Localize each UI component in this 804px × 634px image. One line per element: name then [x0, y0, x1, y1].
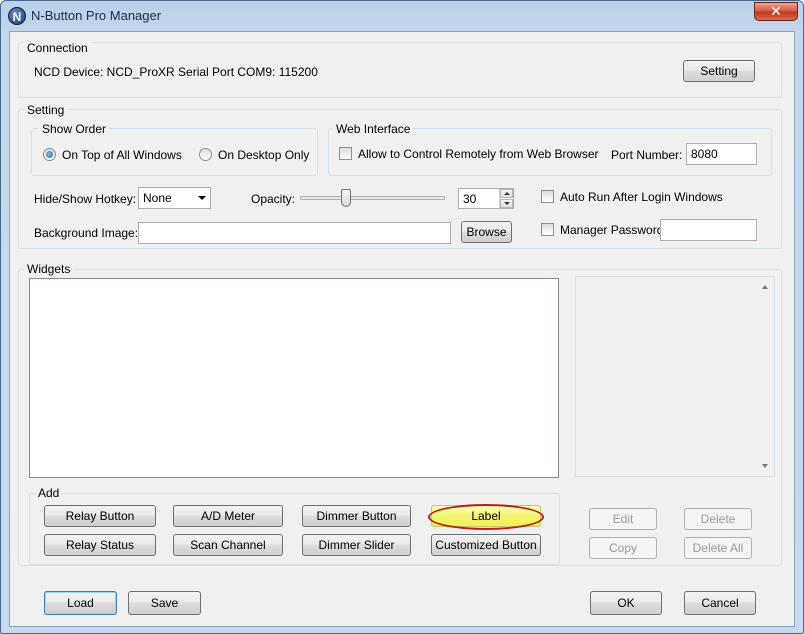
- port-number-input[interactable]: 8080: [686, 143, 757, 165]
- desktop-only-label: On Desktop Only: [218, 148, 310, 162]
- chevron-down-icon: [198, 196, 206, 200]
- relay-button-add[interactable]: Relay Button: [44, 505, 156, 527]
- relay-status-add[interactable]: Relay Status: [44, 534, 156, 556]
- spin-down-icon[interactable]: [500, 199, 513, 208]
- delete-all-button[interactable]: Delete All: [684, 537, 752, 559]
- hotkey-value: None: [143, 191, 172, 205]
- delete-button[interactable]: Delete: [684, 508, 752, 530]
- opacity-slider-thumb[interactable]: [340, 189, 351, 207]
- cancel-button[interactable]: Cancel: [684, 591, 756, 615]
- ad-meter-add[interactable]: A/D Meter: [173, 505, 283, 527]
- widgets-list[interactable]: [29, 278, 559, 478]
- on-top-label: On Top of All Windows: [62, 148, 182, 162]
- dimmer-slider-add[interactable]: Dimmer Slider: [302, 534, 411, 556]
- port-number-label: Port Number:: [611, 148, 683, 162]
- widget-properties-panel[interactable]: [575, 276, 775, 477]
- add-group-label: Add: [35, 486, 63, 500]
- load-button[interactable]: Load: [44, 591, 117, 615]
- opacity-slider-track[interactable]: [300, 196, 445, 200]
- scroll-down-icon[interactable]: [762, 464, 768, 468]
- dimmer-button-add[interactable]: Dimmer Button: [302, 505, 411, 527]
- customized-button-add[interactable]: Customized Button: [431, 534, 541, 556]
- highlight-ring: [428, 504, 544, 530]
- window-title: N-Button Pro Manager: [31, 8, 162, 23]
- ok-button[interactable]: OK: [590, 591, 662, 615]
- spin-up-icon[interactable]: [500, 189, 513, 198]
- app-window: N N-Button Pro Manager ✕ Connection NCD …: [0, 0, 804, 634]
- background-image-label: Background Image:: [34, 226, 139, 240]
- desktop-only-radio[interactable]: [199, 148, 212, 161]
- scroll-up-icon[interactable]: [762, 285, 768, 289]
- setting-button[interactable]: Setting: [683, 60, 755, 82]
- manager-password-checkbox[interactable]: [541, 223, 554, 236]
- auto-run-checkbox[interactable]: [541, 190, 554, 203]
- on-top-radio[interactable]: [43, 148, 56, 161]
- copy-button[interactable]: Copy: [589, 537, 657, 559]
- opacity-value: 30: [463, 192, 477, 206]
- auto-run-label: Auto Run After Login Windows: [560, 190, 723, 204]
- show-order-label: Show Order: [39, 122, 110, 136]
- dialog-body: Connection NCD Device: NCD_ProXR Serial …: [9, 31, 795, 627]
- setting-group-label: Setting: [24, 103, 68, 117]
- title-bar[interactable]: N N-Button Pro Manager ✕: [1, 1, 803, 31]
- widgets-group-label: Widgets: [24, 262, 74, 276]
- save-button[interactable]: Save: [128, 591, 201, 615]
- opacity-label: Opacity:: [251, 192, 296, 206]
- edit-button[interactable]: Edit: [589, 508, 657, 530]
- opacity-input[interactable]: 30: [458, 188, 514, 209]
- browse-button[interactable]: Browse: [461, 221, 512, 243]
- background-image-input[interactable]: [138, 222, 451, 244]
- connection-group-label: Connection: [24, 41, 91, 55]
- app-logo-icon: N: [8, 7, 26, 25]
- scan-channel-add[interactable]: Scan Channel: [173, 534, 283, 556]
- hotkey-label: Hide/Show Hotkey:: [34, 192, 137, 206]
- close-button[interactable]: ✕: [754, 2, 798, 21]
- manager-password-label: Manager Password: [560, 223, 664, 237]
- allow-remote-checkbox[interactable]: [339, 147, 352, 160]
- manager-password-input[interactable]: [660, 219, 757, 241]
- hotkey-select[interactable]: None: [138, 187, 211, 209]
- web-interface-label: Web Interface: [333, 122, 414, 136]
- opacity-spinner[interactable]: [499, 189, 513, 209]
- connection-info: NCD Device: NCD_ProXR Serial Port COM9: …: [34, 65, 318, 79]
- allow-remote-label: Allow to Control Remotely from Web Brows…: [358, 147, 599, 161]
